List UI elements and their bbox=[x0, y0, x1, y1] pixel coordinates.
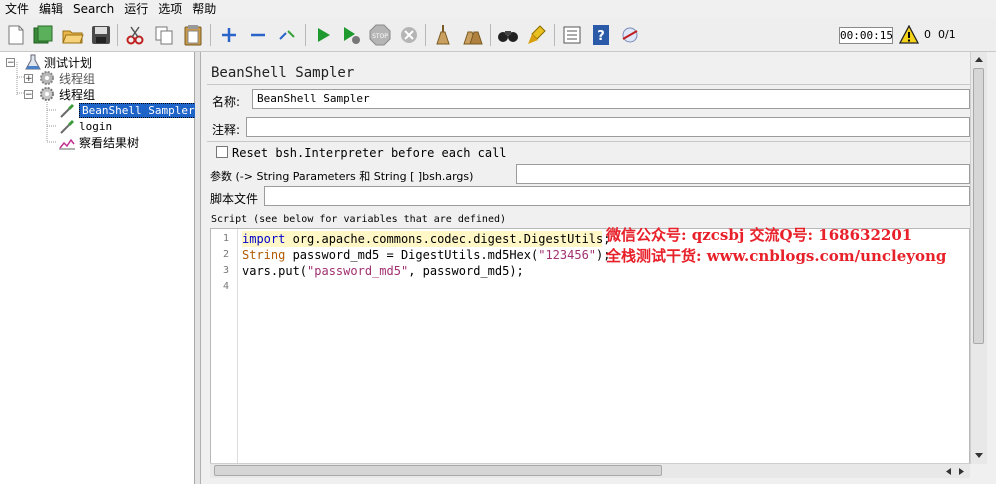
reset-interpreter-checkbox[interactable] bbox=[216, 146, 228, 158]
tree-label: BeanShell Sampler bbox=[79, 102, 198, 118]
remote-icon[interactable] bbox=[618, 23, 642, 47]
line-number: 1 bbox=[222, 233, 229, 244]
help-icon[interactable]: ? bbox=[589, 23, 613, 47]
gear-icon bbox=[40, 71, 54, 85]
tree-item-thread-group-2[interactable]: − 线程组 bbox=[24, 86, 95, 102]
line-number: 2 bbox=[222, 249, 229, 260]
copy-icon[interactable] bbox=[152, 23, 176, 47]
tree-item-thread-group-1[interactable]: + 线程组 bbox=[24, 70, 95, 86]
shutdown-icon[interactable] bbox=[397, 23, 421, 47]
code-text: vars.put( bbox=[242, 264, 308, 278]
h-scroll-thumb[interactable] bbox=[214, 465, 662, 476]
pipette-icon bbox=[60, 120, 74, 134]
tree-label: 线程组 bbox=[59, 71, 96, 86]
pipette-icon bbox=[60, 104, 74, 118]
stop-icon[interactable]: STOP bbox=[368, 23, 392, 47]
test-plan-tree[interactable]: − 测试计划 + 线程组 − 线程组 BeanShell Sampler log… bbox=[0, 52, 198, 484]
script-file-label: 脚本文件 bbox=[210, 192, 259, 206]
start-icon[interactable] bbox=[311, 23, 335, 47]
scroll-down-icon[interactable] bbox=[974, 452, 984, 460]
horizontal-scrollbar[interactable] bbox=[210, 463, 970, 478]
name-label: 名称: bbox=[212, 95, 241, 109]
type-token: String bbox=[242, 248, 286, 262]
tree-item-result-tree[interactable]: 察看结果树 bbox=[58, 134, 139, 150]
watermark-line-1: 微信公众号: qzcsbj 交流Q号: 168632201 bbox=[606, 226, 913, 244]
menu-help[interactable]: 帮助 bbox=[187, 0, 221, 18]
templates-icon[interactable] bbox=[31, 23, 55, 47]
code-text: password_md5 = DigestUtils.md5Hex( bbox=[285, 248, 539, 262]
menu-run[interactable]: 运行 bbox=[119, 0, 153, 18]
expand-toggle[interactable]: + bbox=[24, 73, 33, 83]
new-icon[interactable] bbox=[4, 23, 28, 47]
collapse-toggle[interactable]: − bbox=[6, 57, 15, 67]
scroll-left-icon[interactable] bbox=[944, 467, 952, 476]
warning-count: 0 bbox=[924, 28, 931, 41]
menu-options[interactable]: 选项 bbox=[153, 0, 187, 18]
flask-icon bbox=[25, 54, 41, 70]
tree-item-beanshell-sampler[interactable]: BeanShell Sampler bbox=[58, 102, 198, 118]
string-literal: "password_md5" bbox=[307, 264, 409, 278]
search-icon[interactable] bbox=[496, 23, 520, 47]
open-icon[interactable] bbox=[61, 23, 85, 47]
menu-edit[interactable]: 编辑 bbox=[34, 0, 68, 18]
code-line-2[interactable]: String password_md5 = DigestUtils.md5Hex… bbox=[242, 247, 610, 263]
watermark-line-2: 全栈测试干货: www.cnblogs.com/uncleyong bbox=[606, 247, 947, 265]
tree-label: 测试计划 bbox=[44, 55, 93, 70]
tree-item-test-plan[interactable]: − 测试计划 bbox=[6, 54, 92, 70]
scroll-up-icon[interactable] bbox=[974, 55, 984, 63]
save-icon[interactable] bbox=[89, 23, 113, 47]
menu-file[interactable]: 文件 bbox=[0, 0, 34, 18]
collapse-toggle[interactable]: − bbox=[24, 89, 33, 99]
clear-icon[interactable] bbox=[431, 23, 455, 47]
toggle-icon[interactable] bbox=[275, 23, 299, 47]
comment-label: 注释: bbox=[212, 123, 241, 137]
expand-icon[interactable] bbox=[217, 23, 241, 47]
toolbar: STOP ? 00:00:15 0 0/1 bbox=[0, 18, 996, 52]
line-number-gutter: 1 2 3 4 bbox=[211, 229, 238, 463]
script-file-field[interactable] bbox=[264, 186, 970, 206]
svg-text:?: ? bbox=[597, 29, 605, 44]
name-field[interactable]: BeanShell Sampler bbox=[252, 89, 970, 109]
start-no-pause-icon[interactable] bbox=[339, 23, 363, 47]
tree-label: 线程组 bbox=[59, 87, 96, 102]
graph-icon bbox=[59, 138, 75, 150]
collapse-icon[interactable] bbox=[246, 23, 270, 47]
scroll-right-icon[interactable] bbox=[958, 467, 966, 476]
tree-label: 察看结果树 bbox=[79, 135, 140, 150]
gear-icon bbox=[40, 87, 54, 101]
cut-icon[interactable] bbox=[123, 23, 147, 47]
paste-icon[interactable] bbox=[181, 23, 205, 47]
line-number: 3 bbox=[222, 265, 229, 276]
keyword: import bbox=[242, 232, 286, 246]
code-line-3[interactable]: vars.put("password_md5", password_md5); bbox=[242, 263, 524, 279]
tree-label: login bbox=[79, 119, 113, 133]
code-text: org.apache.commons.codec.digest.DigestUt… bbox=[285, 232, 611, 246]
clear-all-icon[interactable] bbox=[460, 23, 484, 47]
reset-interpreter-label: Reset bsh.Interpreter before each call bbox=[232, 146, 507, 160]
tree-item-login[interactable]: login bbox=[58, 118, 112, 134]
title-divider bbox=[207, 84, 971, 85]
menu-bar: 文件 编辑 Search 运行 选项 帮助 bbox=[0, 0, 996, 19]
comment-field[interactable] bbox=[246, 117, 970, 137]
parameters-label: 参数 (-> String Parameters 和 String [ ]bsh… bbox=[210, 170, 474, 183]
thread-ratio: 0/1 bbox=[938, 28, 956, 41]
code-line-1[interactable]: import org.apache.commons.codec.digest.D… bbox=[242, 231, 610, 247]
vertical-scrollbar[interactable] bbox=[970, 52, 987, 464]
section-divider bbox=[207, 141, 970, 142]
elapsed-timer: 00:00:15 bbox=[839, 27, 893, 44]
panel-title: BeanShell Sampler bbox=[211, 65, 355, 81]
menu-search[interactable]: Search bbox=[68, 0, 119, 18]
parameters-field[interactable] bbox=[516, 164, 970, 184]
reset-search-icon[interactable] bbox=[525, 23, 549, 47]
script-label: Script (see below for variables that are… bbox=[211, 214, 507, 225]
warning-icon[interactable] bbox=[898, 24, 920, 45]
function-helper-icon[interactable] bbox=[560, 23, 584, 47]
svg-text:STOP: STOP bbox=[372, 33, 388, 40]
line-number: 4 bbox=[222, 281, 229, 292]
string-literal: "123456" bbox=[538, 248, 597, 262]
code-text: , password_md5); bbox=[408, 264, 524, 278]
scroll-thumb[interactable] bbox=[973, 68, 984, 344]
